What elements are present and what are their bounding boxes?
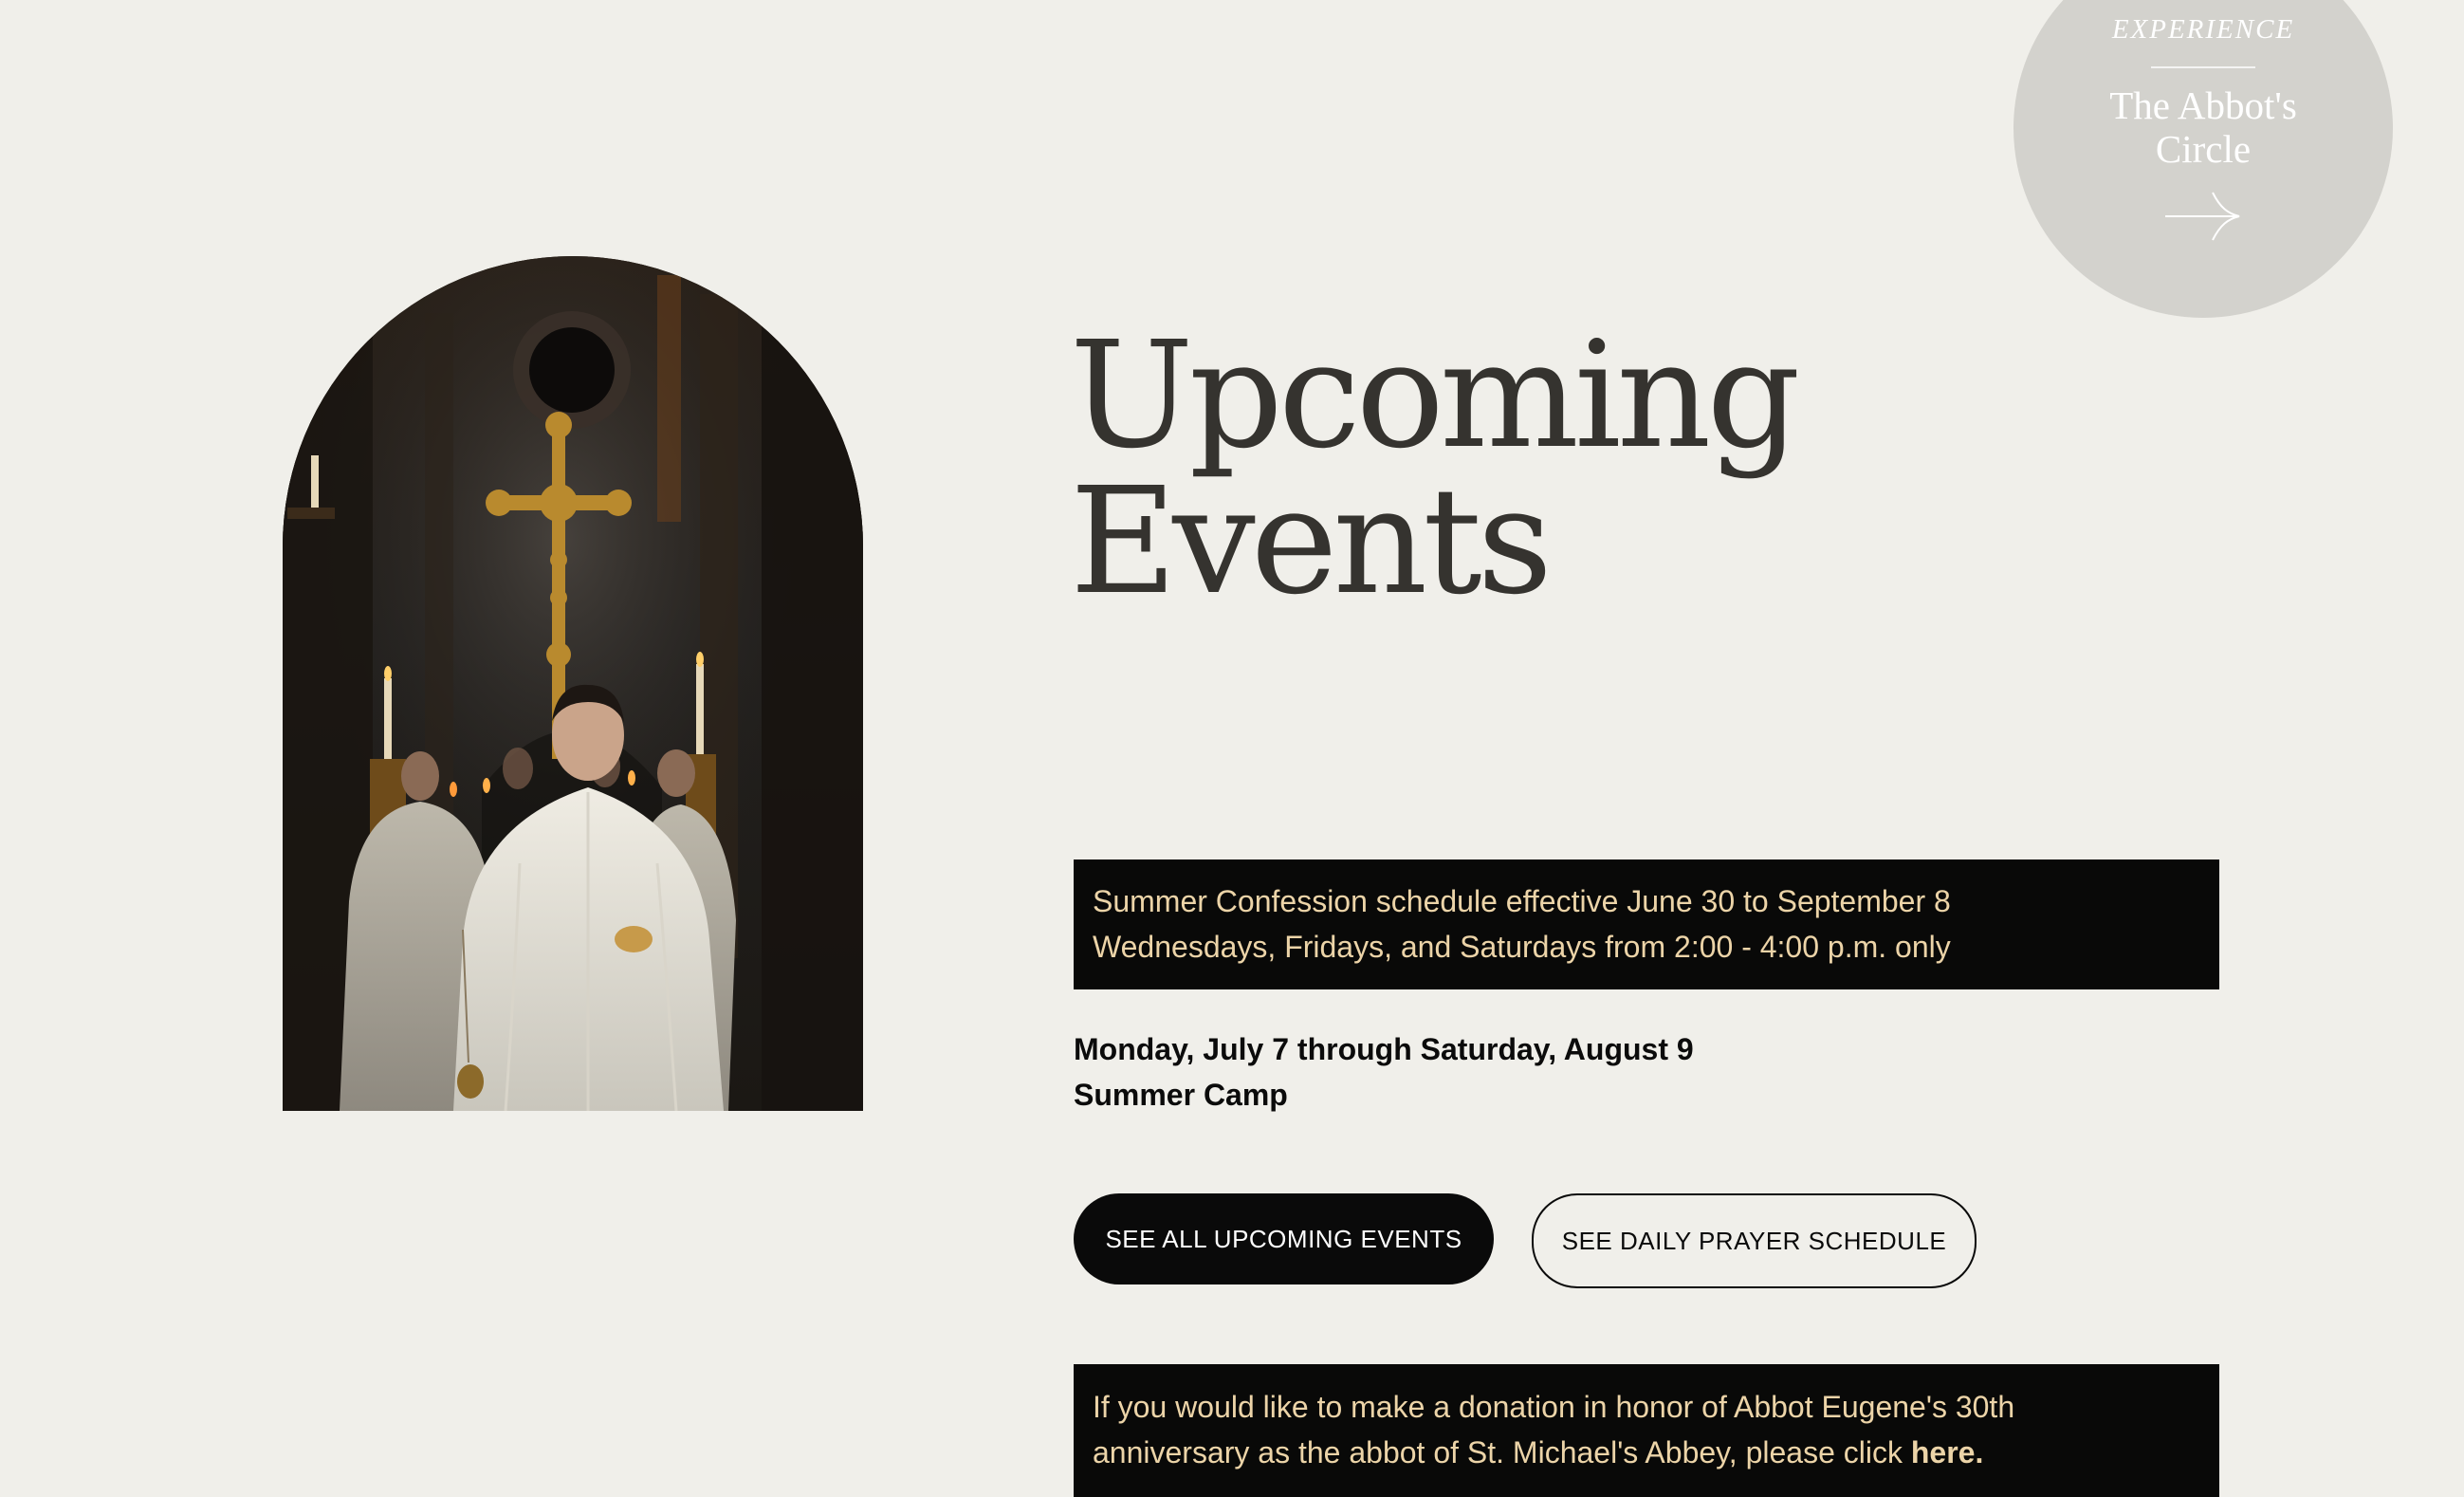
page-title-line2: Events bbox=[1070, 455, 1553, 627]
circle-title-line2: Circle bbox=[2155, 127, 2252, 171]
event-date: Monday, July 7 through Saturday, August … bbox=[1074, 1032, 1694, 1066]
page-title: Upcoming Events bbox=[1070, 309, 1801, 627]
circle-title: The Abbot's Circle bbox=[2042, 83, 2364, 171]
circle-title-line1: The Abbot's bbox=[2109, 83, 2297, 127]
see-all-events-button[interactable]: SEE ALL UPCOMING EVENTS bbox=[1074, 1193, 1494, 1284]
confession-notice-line2: Wednesdays, Fridays, and Saturdays from … bbox=[1093, 930, 1951, 964]
abbots-circle-link[interactable]: EXPERIENCE The Abbot's Circle bbox=[2013, 0, 2393, 318]
donation-notice: If you would like to make a donation in … bbox=[1074, 1364, 2219, 1497]
event-title: Summer Camp bbox=[1074, 1078, 1288, 1112]
arrow-right-icon bbox=[2165, 192, 2240, 241]
procession-photo bbox=[283, 256, 863, 1111]
event-entry: Monday, July 7 through Saturday, August … bbox=[1074, 1026, 1694, 1118]
page-title-line1: Upcoming bbox=[1070, 309, 1801, 481]
confession-notice-line1: Summer Confession schedule effective Jun… bbox=[1093, 884, 1951, 918]
donation-here-link[interactable]: here. bbox=[1911, 1435, 1983, 1469]
circle-divider bbox=[2151, 66, 2255, 68]
see-prayer-schedule-button[interactable]: SEE DAILY PRAYER SCHEDULE bbox=[1532, 1193, 1977, 1288]
circle-kicker: EXPERIENCE bbox=[2111, 14, 2295, 45]
donation-notice-line2: anniversary as the abbot of St. Michael'… bbox=[1093, 1430, 2200, 1475]
donation-notice-line2-text: anniversary as the abbot of St. Michael'… bbox=[1093, 1435, 1911, 1469]
donation-notice-line1: If you would like to make a donation in … bbox=[1093, 1390, 2015, 1424]
confession-notice: Summer Confession schedule effective Jun… bbox=[1074, 859, 2219, 989]
